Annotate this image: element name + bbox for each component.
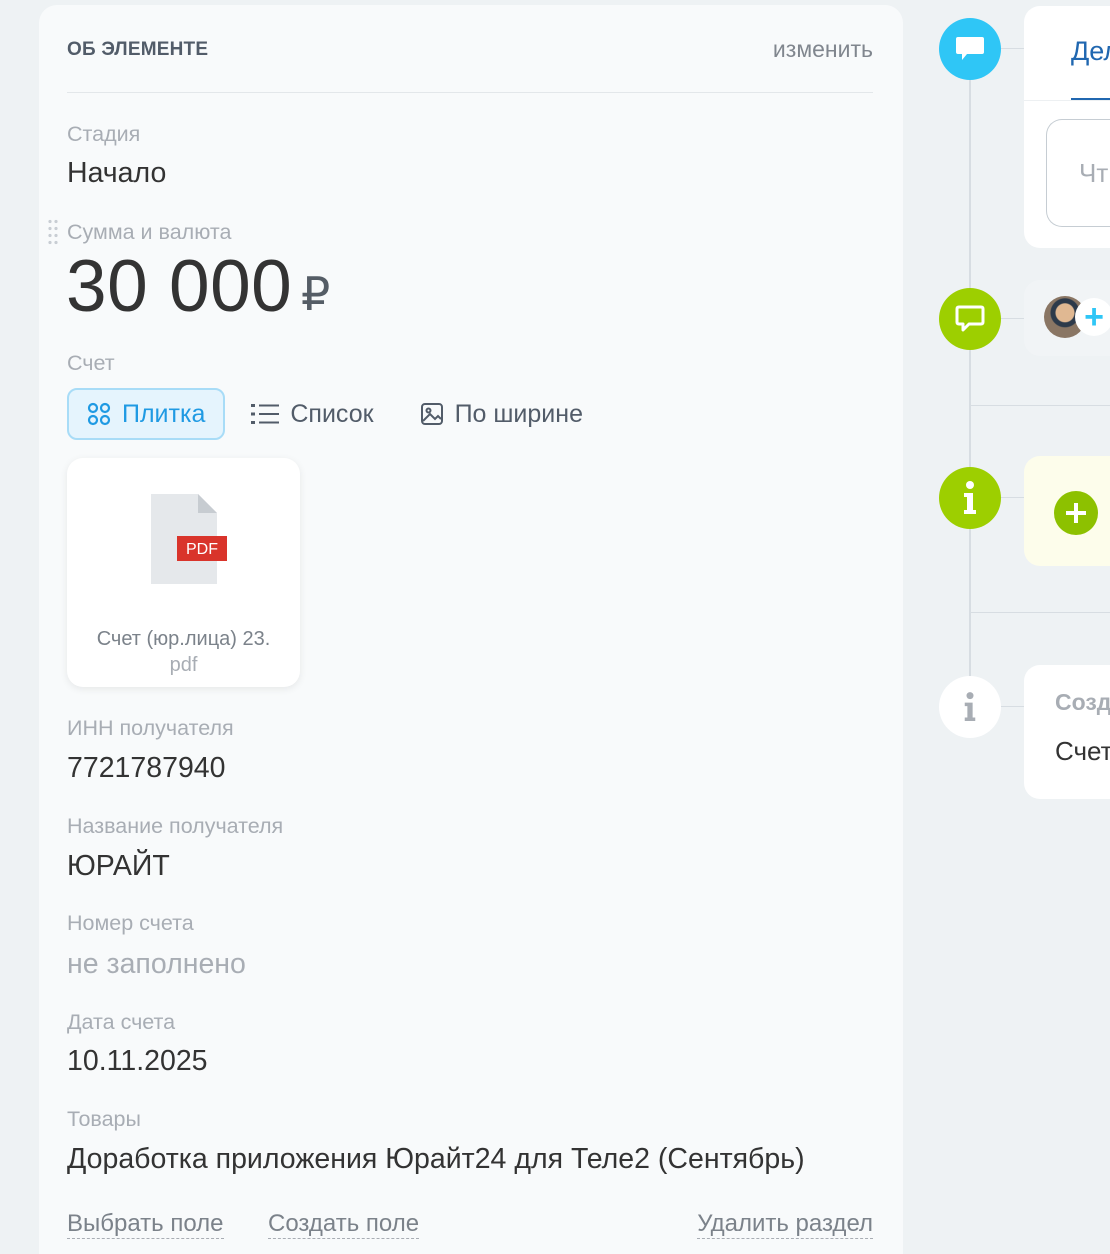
list-icon xyxy=(251,404,280,424)
history-created-value[interactable]: Счет xyxy=(1055,736,1110,767)
choose-field-link[interactable]: Выбрать поле xyxy=(67,1210,224,1239)
add-todo-icon[interactable] xyxy=(1054,491,1098,535)
card-header: ОБ ЭЛЕМЕНТЕ изменить xyxy=(67,5,873,93)
timeline-comment-icon[interactable] xyxy=(939,18,1001,80)
tab-activities[interactable]: Дел xyxy=(1071,36,1110,67)
info-icon xyxy=(964,692,976,721)
inn-label: ИНН получателя xyxy=(67,716,234,740)
file-name-base: Счет (юр.лица) 23. xyxy=(96,628,271,650)
invoice-date-label: Дата счета xyxy=(67,1010,176,1034)
timeline-divider xyxy=(970,612,1110,613)
invoice-number-value[interactable]: не заполнено xyxy=(67,948,246,981)
file-name: Счет (юр.лица) 23. pdf xyxy=(67,626,300,678)
view-list-button[interactable]: Список xyxy=(231,388,393,440)
add-participant-icon[interactable]: + xyxy=(1075,298,1110,336)
participants-card: + xyxy=(1024,280,1110,356)
stage-value[interactable]: Начало xyxy=(67,157,166,190)
stage-label: Стадия xyxy=(67,122,141,146)
timeline-line xyxy=(969,60,971,700)
activity-editor-card: Дел Чт xyxy=(1024,6,1110,248)
chat-bubble-icon xyxy=(956,37,984,60)
grid-icon xyxy=(87,402,111,426)
drag-handle-icon[interactable] xyxy=(47,218,59,246)
comment-input[interactable]: Чт xyxy=(1046,119,1110,227)
file-view-switch: Плитка Список По ширине xyxy=(67,388,609,441)
pdf-file-icon: PDF xyxy=(151,494,227,584)
timeline-connector xyxy=(1000,497,1024,498)
currency-symbol: ₽ xyxy=(301,268,331,320)
timeline-connector xyxy=(1000,706,1024,707)
plus-icon xyxy=(1066,503,1086,523)
entity-details-card: ОБ ЭЛЕМЕНТЕ изменить Стадия Начало Сумма… xyxy=(39,5,903,1254)
timeline-connector xyxy=(1000,318,1024,319)
timeline-chat-icon[interactable] xyxy=(939,288,1001,350)
invoice-label: Счет xyxy=(67,351,115,375)
todo-card xyxy=(1024,456,1110,566)
pdf-badge: PDF xyxy=(186,541,218,558)
amount-label: Сумма и валюта xyxy=(67,220,232,244)
image-icon xyxy=(420,403,443,425)
view-list-label: Список xyxy=(290,399,374,428)
file-name-ext: pdf xyxy=(169,654,198,676)
delete-section-link[interactable]: Удалить раздел xyxy=(697,1210,873,1239)
products-value[interactable]: Доработка приложения Юрайт24 для Теле2 (… xyxy=(67,1143,805,1176)
invoice-number-label: Номер счета xyxy=(67,911,194,935)
file-tile[interactable]: PDF Счет (юр.лица) 23. pdf xyxy=(67,458,300,687)
history-card: Созд Счет xyxy=(1024,665,1110,799)
message-square-icon xyxy=(955,305,985,332)
view-tiles-button[interactable]: Плитка xyxy=(67,388,226,440)
invoice-date-value[interactable]: 10.11.2025 xyxy=(67,1045,208,1078)
timeline-info-icon-inactive xyxy=(939,676,1001,738)
view-width-button[interactable]: По ширине xyxy=(400,388,603,440)
inn-value[interactable]: 7721787940 xyxy=(67,752,226,785)
amount-value[interactable]: 30 000 xyxy=(66,245,292,327)
view-tiles-label: Плитка xyxy=(122,399,206,428)
info-icon xyxy=(964,481,976,514)
comment-placeholder: Чт xyxy=(1079,158,1109,188)
view-width-label: По ширине xyxy=(454,399,583,428)
recipient-label: Название получателя xyxy=(67,814,284,838)
section-title: ОБ ЭЛЕМЕНТЕ xyxy=(67,39,209,60)
timeline-info-icon[interactable] xyxy=(939,467,1001,529)
timeline-connector xyxy=(1000,48,1024,49)
edit-section-link[interactable]: изменить xyxy=(773,36,873,63)
products-label: Товары xyxy=(67,1107,141,1131)
timeline-divider xyxy=(970,405,1110,406)
recipient-value[interactable]: ЮРАЙТ xyxy=(67,850,170,883)
history-created-label: Созд xyxy=(1055,689,1110,715)
create-field-link[interactable]: Создать поле xyxy=(268,1210,420,1239)
